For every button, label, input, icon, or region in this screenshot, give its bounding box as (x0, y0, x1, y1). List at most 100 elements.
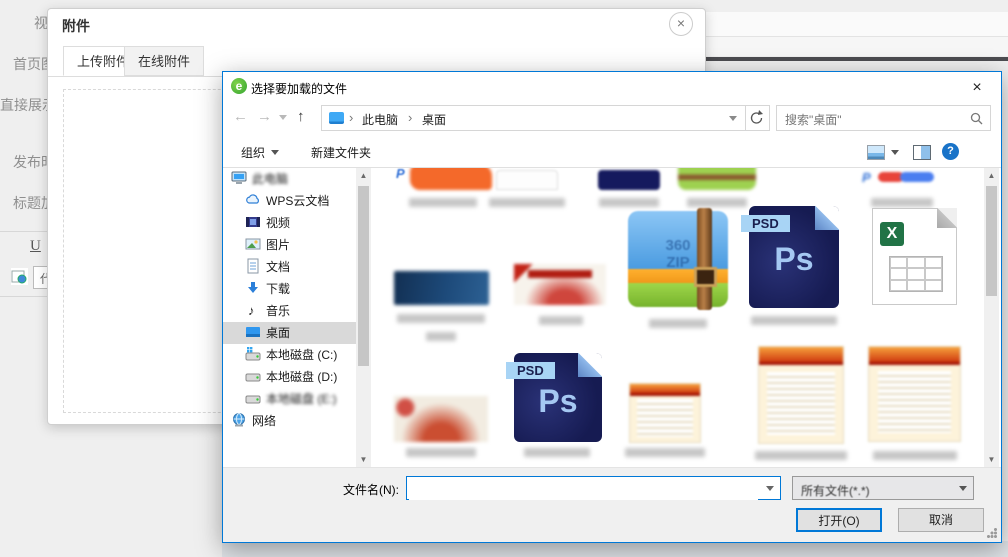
address-bar: ← → ↑ › 此电脑 › 桌面 搜索"桌面" (223, 102, 1001, 137)
organize-button[interactable]: 组织 (241, 144, 279, 161)
file-item-12-webpage[interactable] (629, 383, 701, 443)
breadcrumb-this-pc[interactable]: 此电脑 (362, 111, 398, 128)
file-item-8-psd[interactable]: PsPSD (749, 206, 839, 308)
breadcrumb[interactable]: › 此电脑 › 桌面 (321, 105, 746, 131)
browser-icon: e (231, 78, 247, 94)
file-item-10-banner-red2[interactable] (394, 396, 488, 442)
sidebar-item-1[interactable]: WPS云文档 (223, 190, 356, 212)
file-open-dialog: e 选择要加载的文件 × ← → ↑ › 此电脑 › 桌面 搜索"桌面" (222, 71, 1002, 543)
close-icon[interactable]: × (967, 78, 987, 98)
sidebar-item-8[interactable]: 本地磁盘 (C:) (223, 344, 356, 366)
open-button[interactable]: 打开(O) (796, 508, 882, 532)
svg-text:♪: ♪ (248, 303, 255, 318)
sidebar-item-0[interactable]: 此电脑 (223, 168, 356, 190)
sidebar-item-4[interactable]: 文档 (223, 256, 356, 278)
network-icon (231, 412, 247, 428)
sidebar-item-2[interactable]: 视频 (223, 212, 356, 234)
new-folder-button[interactable]: 新建文件夹 (311, 144, 371, 161)
file-item-5-banner-blue[interactable] (394, 271, 489, 305)
blurred-file-label (489, 198, 565, 207)
page-bottom-strip (222, 541, 1008, 557)
cloud-icon (245, 192, 261, 208)
scroll-up-icon[interactable]: ▲ (984, 168, 999, 183)
file-dialog-body: 此电脑 WPS云文档视频图片文档下载 ♪音乐桌面本地磁盘 (C:)本地磁盘 (D:)… (223, 168, 1001, 467)
blurred-file-label (871, 198, 933, 207)
pc-icon (231, 170, 247, 186)
music-icon: ♪ (245, 302, 261, 318)
file-grid: PP360ZIPPsPSDX电子档案表单1.xlsPsPSD (371, 168, 984, 467)
sidebar-scrollbar[interactable]: ▲ ▼ (356, 168, 371, 467)
filetype-chevron-icon (959, 486, 967, 491)
file-item-11-psd[interactable]: PsPSD (514, 353, 602, 442)
file-dialog-titlebar[interactable]: e 选择要加载的文件 × (223, 72, 1001, 102)
sidebar-item-10[interactable]: 本地磁盘 (E:) (223, 388, 356, 410)
help-icon[interactable]: ? (942, 143, 959, 160)
back-button[interactable]: ← (233, 108, 248, 125)
file-dialog-footer: 文件名(N): 所有文件(*.*) (223, 467, 1001, 542)
sidebar-item-label: 此电脑 (252, 172, 288, 186)
file-item-1-doc[interactable] (496, 170, 558, 190)
search-icon (970, 112, 983, 125)
scroll-up-icon[interactable]: ▲ (356, 168, 371, 183)
file-item-2-navy-bar[interactable] (598, 170, 660, 190)
resize-grip-icon[interactable] (987, 528, 997, 538)
sidebar-item-label: 下载 (266, 282, 290, 296)
file-item-7-zip360[interactable]: 360ZIP (628, 211, 728, 307)
blurred-file-label (873, 451, 957, 460)
file-item-9-xls[interactable]: X (872, 208, 957, 305)
search-input[interactable]: 搜索"桌面" (776, 105, 991, 131)
sidebar-item-6[interactable]: ♪音乐 (223, 300, 356, 322)
file-item-3-zip-sm[interactable] (678, 168, 756, 190)
file-item-4-app[interactable]: P (860, 168, 938, 190)
views-icon[interactable] (867, 145, 885, 160)
blurred-file-label (409, 198, 477, 207)
file-item-6-banner-red[interactable] (514, 264, 606, 305)
bg-row (704, 37, 1008, 56)
breadcrumb-desktop[interactable]: 桌面 (422, 111, 446, 128)
up-button[interactable]: ↑ (297, 108, 305, 125)
breadcrumb-separator: › (408, 110, 412, 125)
filelist-scroll-thumb[interactable] (986, 186, 997, 296)
filelist-scrollbar[interactable]: ▲ ▼ (984, 168, 999, 467)
cancel-button[interactable]: 取消 (898, 508, 984, 532)
attachment-dialog-title: 附件 (62, 16, 90, 36)
sidebar-item-9[interactable]: 本地磁盘 (D:) (223, 366, 356, 388)
history-chevron-icon[interactable] (279, 115, 287, 120)
scroll-down-icon[interactable]: ▼ (984, 452, 999, 467)
forward-button[interactable]: → (257, 108, 272, 125)
file-item-13-webpage[interactable] (758, 346, 844, 444)
video-icon (245, 214, 261, 230)
screen: 视 首页图 直接展示 发布时 标题加 U A 代 附件 × 上传附件 在线附件 … (0, 0, 1008, 557)
filetype-value: 所有文件(*.*) (801, 482, 870, 499)
filetype-select[interactable]: 所有文件(*.*) (792, 476, 974, 500)
blurred-file-label (539, 316, 583, 325)
breadcrumb-separator: › (349, 110, 353, 125)
sidebar-item-3[interactable]: 图片 (223, 234, 356, 256)
file-item-0-wps-orange[interactable]: P (410, 168, 492, 190)
filename-input[interactable] (409, 478, 758, 500)
blurred-file-label (755, 451, 847, 460)
file-item-14-webpage[interactable] (868, 346, 961, 442)
close-icon[interactable]: × (669, 12, 693, 36)
tab-online-attachment[interactable]: 在线附件 (124, 46, 204, 76)
preview-pane-icon[interactable] (913, 145, 931, 160)
search-placeholder: 搜索"桌面" (785, 111, 842, 128)
file-dialog-title: 选择要加载的文件 (251, 80, 347, 97)
sidebar-item-label: 图片 (266, 238, 290, 252)
sidebar-item-7[interactable]: 桌面 (223, 322, 356, 344)
download-icon (245, 280, 261, 296)
filename-chevron-icon[interactable] (766, 486, 774, 491)
views-chevron-icon[interactable] (891, 150, 899, 155)
sidebar-item-label: WPS云文档 (266, 194, 329, 208)
sidebar-item-5[interactable]: 下载 (223, 278, 356, 300)
this-pc-icon (329, 112, 344, 124)
underline-button[interactable]: U (30, 238, 41, 255)
refresh-button[interactable] (746, 105, 770, 131)
blurred-file-label (426, 332, 456, 341)
address-chevron-icon[interactable] (729, 116, 737, 121)
scroll-down-icon[interactable]: ▼ (356, 452, 371, 467)
sidebar-scroll-thumb[interactable] (358, 186, 369, 366)
sidebar-item-11[interactable]: 网络 (223, 410, 356, 432)
desktop-icon (245, 324, 261, 340)
insert-icon[interactable] (11, 268, 28, 285)
